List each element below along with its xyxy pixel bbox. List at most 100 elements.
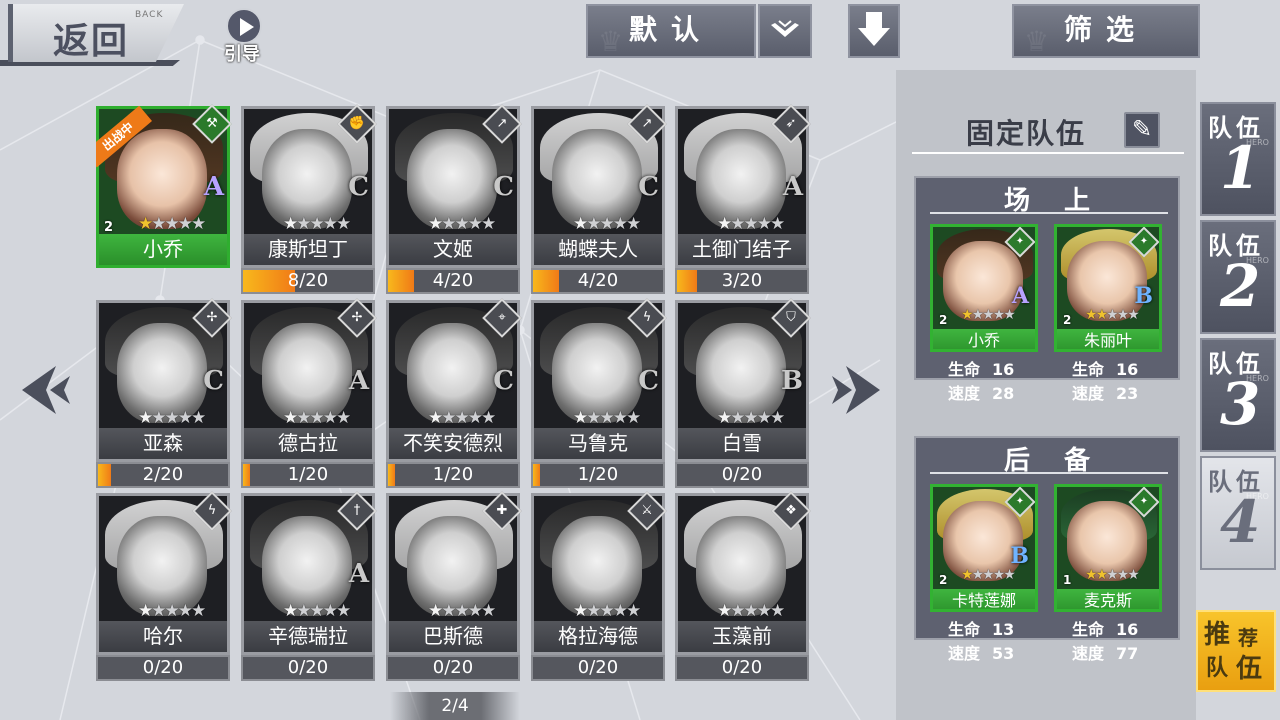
team-hero-card[interactable]: ✦ B 2 ★★★★★ 朱丽叶 xyxy=(1054,224,1162,352)
hero-name: 卡特莲娜 xyxy=(933,589,1035,609)
hero-grade: C xyxy=(638,172,659,202)
crown-watermark-icon: ♛ xyxy=(1024,25,1050,58)
fragment-progress: 1/20 xyxy=(531,462,665,488)
chevron-down-icon xyxy=(771,20,799,37)
guide-label: 引导 xyxy=(224,44,260,65)
hero-stars: ★★★★★ xyxy=(283,214,351,234)
hero-card[interactable]: ✊ C ★★★★★ 康斯坦丁 xyxy=(241,104,377,268)
recommend-char-4: 伍 xyxy=(1236,654,1263,684)
fragment-count: 0/20 xyxy=(142,657,184,678)
hero-grade: C xyxy=(493,366,514,396)
hero-grade: B xyxy=(781,366,803,396)
filter-label: 筛选 xyxy=(1063,13,1148,46)
hero-card[interactable]: † A ★★★★★ 辛德瑞拉 xyxy=(241,491,377,655)
fragment-progress: 2/20 xyxy=(96,462,230,488)
fragment-count: 3/20 xyxy=(721,270,763,291)
hero-stars: ★★★★★ xyxy=(138,601,206,621)
sort-dropdown-button[interactable] xyxy=(758,4,812,58)
hero-stars: ★★★★★ xyxy=(428,601,496,621)
hero-stars: ★★★★★ xyxy=(428,408,496,428)
hero-card[interactable]: ⛉ B ★★★★★ 白雪 xyxy=(675,298,811,462)
hero-card[interactable]: ⌖ C ★★★★★ 不笑安德烈 xyxy=(386,298,522,462)
hero-card[interactable]: ✢ A ★★★★★ 德古拉 xyxy=(241,298,377,462)
team-hero-card[interactable]: ✦ 1 ★★★★★ 麦克斯 xyxy=(1054,484,1162,612)
team-tab-2[interactable]: 队伍 HERO 2 xyxy=(1200,220,1276,334)
hero-stars: ★★★★★ xyxy=(573,408,641,428)
hero-stars: ★★★★★ xyxy=(1085,567,1140,583)
hero-stars: ★★★★★ xyxy=(138,408,206,428)
fragment-count: 1/20 xyxy=(432,464,474,485)
sort-label: 默认 xyxy=(628,13,713,46)
team-tab-4[interactable]: 队伍 HERO 4 xyxy=(1200,456,1276,570)
speed-stat: 速度 53 xyxy=(948,640,1014,664)
fragment-count: 2/20 xyxy=(142,464,184,485)
hp-value: 13 xyxy=(992,620,1015,639)
speed-label: 速度 xyxy=(948,644,981,663)
hero-stars: ★★★★★ xyxy=(961,307,1016,323)
team-tab-number: 4 xyxy=(1220,488,1261,556)
fragment-count: 1/20 xyxy=(287,464,329,485)
fragment-count: 8/20 xyxy=(287,270,329,291)
team-tab-1[interactable]: 队伍 HERO 1 xyxy=(1200,102,1276,216)
sort-button[interactable]: ♛ 默认 xyxy=(586,4,756,58)
hero-grade: A xyxy=(782,172,803,202)
hero-name: 玉藻前 xyxy=(675,621,809,655)
fragment-count: 0/20 xyxy=(577,657,619,678)
speed-value: 53 xyxy=(992,644,1015,663)
hero-name: 蝴蝶夫人 xyxy=(531,234,665,268)
hero-stars: ★★★★★ xyxy=(138,214,206,234)
hp-stat: 生命 16 xyxy=(1072,616,1138,640)
hero-stars: ★★★★★ xyxy=(717,214,785,234)
hero-card[interactable]: ⚔ ★★★★★ 格拉海德 xyxy=(531,491,667,655)
hero-card[interactable]: ✚ ★★★★★ 巴斯德 xyxy=(386,491,522,655)
back-button[interactable]: 返回 BACK xyxy=(8,4,184,62)
hero-card[interactable]: ↗ C ★★★★★ 蝴蝶夫人 xyxy=(531,104,667,268)
prev-page-arrow-icon[interactable] xyxy=(14,360,74,420)
sort-order-button[interactable] xyxy=(848,4,900,58)
recommend-team-button[interactable]: 推 荐 队 伍 xyxy=(1196,610,1276,692)
hero-name: 土御门结子 xyxy=(675,234,809,268)
hero-stars: ★★★★★ xyxy=(1085,307,1140,323)
fragment-count: 4/20 xyxy=(577,270,619,291)
fragment-progress: 0/20 xyxy=(96,655,230,681)
fragment-count: 0/20 xyxy=(287,657,329,678)
filter-button[interactable]: ♛ 筛选 xyxy=(1012,4,1200,58)
hero-card[interactable]: ❖ ★★★★★ 玉藻前 xyxy=(675,491,811,655)
next-page-arrow-icon[interactable] xyxy=(828,360,888,420)
field-section: 场上 ✦ A 2 ★★★★★ 小乔 生命 16 速度 28 ✦ B 2 ★★★★★ 朱丽叶 生命 16 速度 23 xyxy=(914,176,1180,403)
hp-value: 16 xyxy=(992,360,1015,379)
play-icon xyxy=(226,8,262,44)
team-hero-card[interactable]: ✦ B 2 ★★★★★ 卡特莲娜 xyxy=(930,484,1038,612)
fragment-progress: 0/20 xyxy=(675,462,809,488)
hero-grade: A xyxy=(203,172,224,202)
fragment-progress: 0/20 xyxy=(531,655,665,681)
hero-level: 2 xyxy=(939,573,948,587)
team-tab-3[interactable]: 队伍 HERO 3 xyxy=(1200,338,1276,452)
hero-name: 朱丽叶 xyxy=(1057,329,1159,349)
team-hero-card[interactable]: ✦ A 2 ★★★★★ 小乔 xyxy=(930,224,1038,352)
speed-label: 速度 xyxy=(1072,384,1105,403)
fragment-progress: 1/20 xyxy=(241,462,375,488)
hp-value: 16 xyxy=(1116,360,1139,379)
hero-name: 小乔 xyxy=(933,329,1035,349)
hero-stars: ★★★★★ xyxy=(717,408,785,428)
hero-grade: B xyxy=(1010,543,1029,569)
hp-label: 生命 xyxy=(948,360,981,379)
hero-name: 麦克斯 xyxy=(1057,589,1159,609)
guide-button[interactable]: 引导 xyxy=(222,6,274,66)
hero-card[interactable]: ϟ C ★★★★★ 马鲁克 xyxy=(531,298,667,462)
fragment-count: 1/20 xyxy=(577,464,619,485)
fragment-progress: 0/20 xyxy=(386,655,520,681)
hero-card[interactable]: ↗ C ★★★★★ 文姬 xyxy=(386,104,522,268)
hero-grade: C xyxy=(348,172,369,202)
hero-card[interactable]: ✢ C ★★★★★ 亚森 xyxy=(96,298,232,462)
hero-card[interactable]: ➶ A ★★★★★ 土御门结子 xyxy=(675,104,811,268)
hero-grade: A xyxy=(348,559,369,589)
team-title: 固定队伍 xyxy=(966,117,1087,150)
edit-team-icon[interactable] xyxy=(1124,112,1160,148)
hero-card[interactable]: ϟ ★★★★★ 哈尔 xyxy=(96,491,232,655)
hero-card[interactable]: ⚒ A 2 ★★★★★ 小乔 出战中 xyxy=(96,104,232,268)
hero-name: 白雪 xyxy=(675,428,809,462)
reserve-section: 后备 ✦ B 2 ★★★★★ 卡特莲娜 生命 13 速度 53 ✦ 1 ★★★★★ 麦克斯 生命 16 速度 7… xyxy=(914,436,1180,663)
status-tag-clip: 出战中 xyxy=(96,106,176,176)
